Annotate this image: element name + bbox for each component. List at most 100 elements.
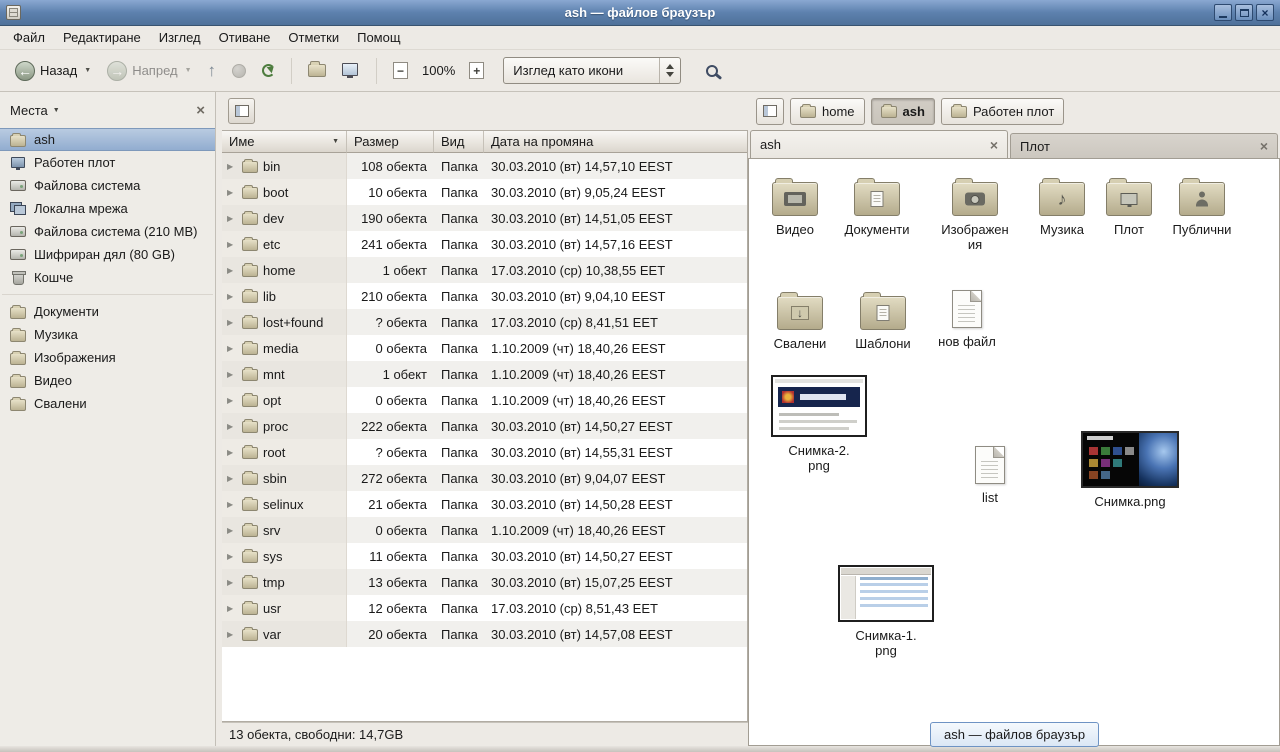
sidebar-item-desktop[interactable]: Работен плот bbox=[0, 151, 215, 174]
table-row[interactable]: ▶proc222 обектаПапка30.03.2010 (вт) 14,5… bbox=[222, 413, 747, 439]
table-row[interactable]: ▶home1 обектПапка17.03.2010 (ср) 10,38,5… bbox=[222, 257, 747, 283]
table-row[interactable]: ▶sys11 обектаПапка30.03.2010 (вт) 14,50,… bbox=[222, 543, 747, 569]
menu-item-file[interactable]: Файл bbox=[4, 27, 54, 48]
sidebar-item-music[interactable]: Музика bbox=[0, 323, 215, 346]
expander-icon[interactable]: ▶ bbox=[227, 604, 237, 613]
table-row[interactable]: ▶opt0 обектаПапка1.10.2009 (чт) 18,40,26… bbox=[222, 387, 747, 413]
expander-icon[interactable]: ▶ bbox=[227, 474, 237, 483]
tab-close-icon[interactable]: × bbox=[990, 138, 998, 152]
sidebar-item-encrypted[interactable]: Шифриран дял (80 GB) bbox=[0, 243, 215, 266]
search-button[interactable] bbox=[697, 58, 727, 84]
stop-button[interactable] bbox=[225, 59, 253, 83]
expander-icon[interactable]: ▶ bbox=[227, 422, 237, 431]
reload-button[interactable] bbox=[255, 59, 282, 82]
sidebar-item-filesystem[interactable]: Файлова система bbox=[0, 174, 215, 197]
table-row[interactable]: ▶media0 обектаПапка1.10.2009 (чт) 18,40,… bbox=[222, 335, 747, 361]
table-row[interactable]: ▶tmp13 обектаПапка30.03.2010 (вт) 15,07,… bbox=[222, 569, 747, 595]
icon-item-public[interactable]: Публични bbox=[1159, 175, 1245, 237]
menu-item-help[interactable]: Помощ bbox=[348, 27, 409, 48]
sidebar-item-trash[interactable]: Кошче bbox=[0, 266, 215, 289]
menu-item-go[interactable]: Отиване bbox=[210, 27, 280, 48]
table-row[interactable]: ▶mnt1 обектПапка1.10.2009 (чт) 18,40,26 … bbox=[222, 361, 747, 387]
path-button-ash[interactable]: ash bbox=[871, 98, 935, 125]
sidebar-title[interactable]: Места bbox=[10, 103, 48, 118]
tab-ash[interactable]: ash× bbox=[750, 130, 1008, 158]
expander-icon[interactable]: ▶ bbox=[227, 552, 237, 561]
chevron-down-icon[interactable]: ▼ bbox=[53, 107, 60, 114]
icon-item-downloads[interactable]: ↓ Свалени bbox=[757, 289, 843, 351]
sidebar-item-downloads[interactable]: Свалени bbox=[0, 392, 215, 415]
menu-item-edit[interactable]: Редактиране bbox=[54, 27, 150, 48]
table-row[interactable]: ▶var20 обектаПапка30.03.2010 (вт) 14,57,… bbox=[222, 621, 747, 647]
expander-icon[interactable]: ▶ bbox=[227, 318, 237, 327]
expander-icon[interactable]: ▶ bbox=[227, 526, 237, 535]
icon-item-templates[interactable]: Шаблони bbox=[840, 289, 926, 351]
zoom-level[interactable]: 100% bbox=[417, 63, 460, 78]
menu-item-view[interactable]: Изглед bbox=[150, 27, 210, 48]
sidebar-item-pictures[interactable]: Изображения bbox=[0, 346, 215, 369]
expander-icon[interactable]: ▶ bbox=[227, 578, 237, 587]
table-row[interactable]: ▶bin108 обектаПапка30.03.2010 (вт) 14,57… bbox=[222, 153, 747, 179]
expander-icon[interactable]: ▶ bbox=[227, 162, 237, 171]
icon-item-list[interactable]: list bbox=[947, 443, 1033, 505]
tab-plot[interactable]: Плот× bbox=[1010, 133, 1278, 158]
icon-item-snimka2[interactable]: Снимка-2.png bbox=[767, 375, 871, 473]
icon-item-pictures[interactable]: Изображения bbox=[932, 175, 1018, 252]
computer-button[interactable] bbox=[335, 58, 367, 83]
expander-icon[interactable]: ▶ bbox=[227, 396, 237, 405]
table-row[interactable]: ▶usr12 обектаПапка17.03.2010 (ср) 8,51,4… bbox=[222, 595, 747, 621]
maximize-button[interactable] bbox=[1235, 4, 1253, 21]
path-button-home[interactable]: home bbox=[790, 98, 865, 125]
tab-close-icon[interactable]: × bbox=[1260, 139, 1268, 153]
column-header-date[interactable]: Дата на промяна bbox=[484, 131, 747, 153]
expander-icon[interactable]: ▶ bbox=[227, 344, 237, 353]
icon-item-snimka1[interactable]: Снимка-1.png bbox=[834, 565, 938, 658]
column-header-type[interactable]: Вид bbox=[434, 131, 484, 153]
up-button[interactable]: ↑ bbox=[201, 57, 224, 84]
sidebar-item-network[interactable]: Локална мрежа bbox=[0, 197, 215, 220]
view-mode-select[interactable]: Изглед като икони bbox=[503, 57, 681, 84]
zoom-in-button[interactable]: + bbox=[462, 57, 491, 84]
sidebar-item-filesystem-210[interactable]: Файлова система (210 MB) bbox=[0, 220, 215, 243]
icon-item-video[interactable]: Видео bbox=[752, 175, 838, 237]
table-row[interactable]: ▶etc241 обектаПапка30.03.2010 (вт) 14,57… bbox=[222, 231, 747, 257]
table-row[interactable]: ▶dev190 обектаПапка30.03.2010 (вт) 14,51… bbox=[222, 205, 747, 231]
back-button[interactable]: ← Назад ▼ bbox=[8, 56, 98, 86]
minimize-button[interactable] bbox=[1214, 4, 1232, 21]
pane-location-button[interactable] bbox=[756, 98, 784, 125]
expander-icon[interactable]: ▶ bbox=[227, 214, 237, 223]
table-row[interactable]: ▶srv0 обектаПапка1.10.2009 (чт) 18,40,26… bbox=[222, 517, 747, 543]
expander-icon[interactable]: ▶ bbox=[227, 240, 237, 249]
icon-item-new-file[interactable]: нов файл bbox=[924, 287, 1010, 349]
expander-icon[interactable]: ▶ bbox=[227, 448, 237, 457]
expander-icon[interactable]: ▶ bbox=[227, 370, 237, 379]
pane-location-button[interactable] bbox=[228, 98, 255, 124]
forward-dropdown-icon[interactable]: ▼ bbox=[185, 67, 192, 74]
sidebar-item-video[interactable]: Видео bbox=[0, 369, 215, 392]
expander-icon[interactable]: ▶ bbox=[227, 188, 237, 197]
table-row[interactable]: ▶root? обектаПапка30.03.2010 (вт) 14,55,… bbox=[222, 439, 747, 465]
sidebar-close-icon[interactable]: × bbox=[196, 103, 205, 118]
sidebar-item-documents[interactable]: Документи bbox=[0, 300, 215, 323]
column-header-name[interactable]: Име▼ bbox=[222, 131, 347, 153]
home-button[interactable] bbox=[301, 59, 333, 82]
forward-button[interactable]: → Напред ▼ bbox=[100, 56, 198, 86]
close-button[interactable]: × bbox=[1256, 4, 1274, 21]
back-dropdown-icon[interactable]: ▼ bbox=[84, 67, 91, 74]
icon-item-snimka[interactable]: Снимка.png bbox=[1078, 431, 1182, 509]
taskbar-window-button[interactable]: ash — файлов браузър bbox=[930, 722, 1099, 747]
expander-icon[interactable]: ▶ bbox=[227, 500, 237, 509]
table-row[interactable]: ▶lost+found? обектаПапка17.03.2010 (ср) … bbox=[222, 309, 747, 335]
column-header-size[interactable]: Размер bbox=[347, 131, 434, 153]
table-row[interactable]: ▶lib210 обектаПапка30.03.2010 (вт) 9,04,… bbox=[222, 283, 747, 309]
expander-icon[interactable]: ▶ bbox=[227, 292, 237, 301]
table-row[interactable]: ▶selinux21 обектаПапка30.03.2010 (вт) 14… bbox=[222, 491, 747, 517]
icon-item-documents[interactable]: Документи bbox=[834, 175, 920, 237]
menu-item-bookmarks[interactable]: Отметки bbox=[279, 27, 348, 48]
path-button-desktop[interactable]: Работен плот bbox=[941, 98, 1064, 125]
zoom-out-button[interactable]: − bbox=[386, 57, 415, 84]
sidebar-item-ash[interactable]: ash bbox=[0, 128, 215, 151]
expander-icon[interactable]: ▶ bbox=[227, 630, 237, 639]
table-row[interactable]: ▶boot10 обектаПапка30.03.2010 (вт) 9,05,… bbox=[222, 179, 747, 205]
expander-icon[interactable]: ▶ bbox=[227, 266, 237, 275]
